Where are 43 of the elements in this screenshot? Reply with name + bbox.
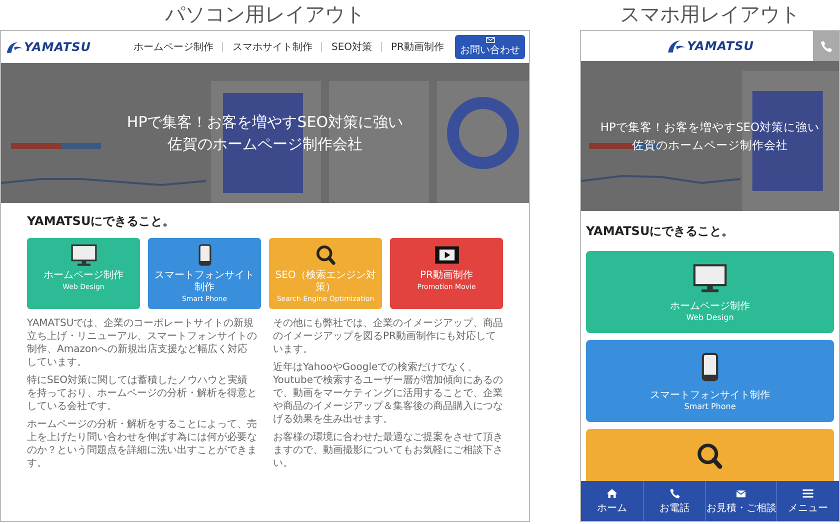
- layout-caption: スマホ用レイアウト: [620, 1, 800, 28]
- service-title: PR動画制作: [420, 270, 473, 282]
- body-paragraph: お客様の環境に合わせた最適なご提案をさせて頂きますので、動画撮影についてもお気軽にご相談下さい。: [273, 431, 503, 470]
- service-title: ホームページ制作: [670, 301, 750, 313]
- monitor-icon: [693, 263, 727, 293]
- home-icon: [606, 488, 618, 498]
- body-paragraph: ホームページの分析・解析をすることによって、売上を上げたり問い合わせを伸ばす為には何が必要なのか？という問題点を詳細に洗い出すことができます。: [27, 418, 257, 470]
- logo[interactable]: YAMATSU: [5, 40, 91, 54]
- section-heading: YAMATSUにできること。: [586, 223, 735, 240]
- body-paragraph: YAMATSUでは、企業のコーポレートサイトの新規立ち上げ・リニューアル、スマートフォンサイトの制作、Amazonへの新規出店支援など幅広く対応しています。: [27, 317, 257, 369]
- phone-icon: [668, 488, 680, 498]
- call-button[interactable]: [813, 31, 839, 61]
- film-icon: [434, 244, 460, 266]
- service-title: ホームページ制作: [44, 270, 124, 282]
- monitor-icon: [70, 244, 96, 266]
- bottom-nav-item[interactable]: お見積・ご相談: [705, 481, 776, 521]
- hero-headline: 佐賀のホームページ制作会社: [632, 137, 788, 154]
- menu-icon: [802, 488, 814, 498]
- section-heading: YAMATSUにできること。: [27, 213, 176, 230]
- envelope-icon: [486, 37, 494, 43]
- body-paragraph: 特にSEO対策に関しては蓄積したノウハウと実績を持っており、ホームページの分析・解析を得意としている会社です。: [27, 374, 257, 413]
- bottom-nav-item[interactable]: ホーム: [581, 481, 643, 521]
- service-title: SEO（検索エンジン対策）: [274, 270, 377, 294]
- nav-link[interactable]: ホームページ制作: [130, 40, 216, 54]
- bottom-nav-item[interactable]: お電話: [642, 481, 706, 521]
- hero-headline: HPで集客！お客を増やすSEO対策に強い: [126, 112, 404, 133]
- envelope-icon: [735, 488, 748, 498]
- service-subtitle: Web Design: [686, 313, 734, 323]
- nav-link[interactable]: スマホサイト制作: [229, 40, 316, 54]
- nav-link[interactable]: SEO対策: [328, 40, 376, 54]
- logo[interactable]: YAMATSU: [666, 38, 754, 54]
- body-paragraph: その他にも弊社では、企業のイメージアップ、商品のイメージアップを図るPR動画制作にも対応しています。: [273, 317, 503, 356]
- nav-link[interactable]: PR動画制作: [388, 40, 447, 54]
- body-paragraph: 近年はYahooやGoogleでの検索だけでなく、Youtubeで検索するユーザー層が増加傾向にあるので、動画をマーケティングに活用することで、企業や商品のイメージアップ＆集客後の商品購入につなげる効果を生み出せます。: [273, 361, 503, 426]
- phone-icon: [820, 40, 832, 52]
- service-subtitle: Smart Phone: [684, 402, 736, 412]
- layout-caption: パソコン用レイアウト: [165, 1, 365, 28]
- contact-button[interactable]: お問い合わせ: [455, 35, 525, 59]
- service-title: スマートフォンサイト制作: [154, 270, 256, 294]
- hero-headline: HPで集客！お客を増やすSEO対策に強い: [600, 119, 820, 136]
- bottom-nav-item[interactable]: メニュー: [776, 481, 839, 521]
- hero-headline: 佐賀のホームページ制作会社: [168, 134, 362, 155]
- service-title: スマートフォンサイト制作: [650, 390, 770, 402]
